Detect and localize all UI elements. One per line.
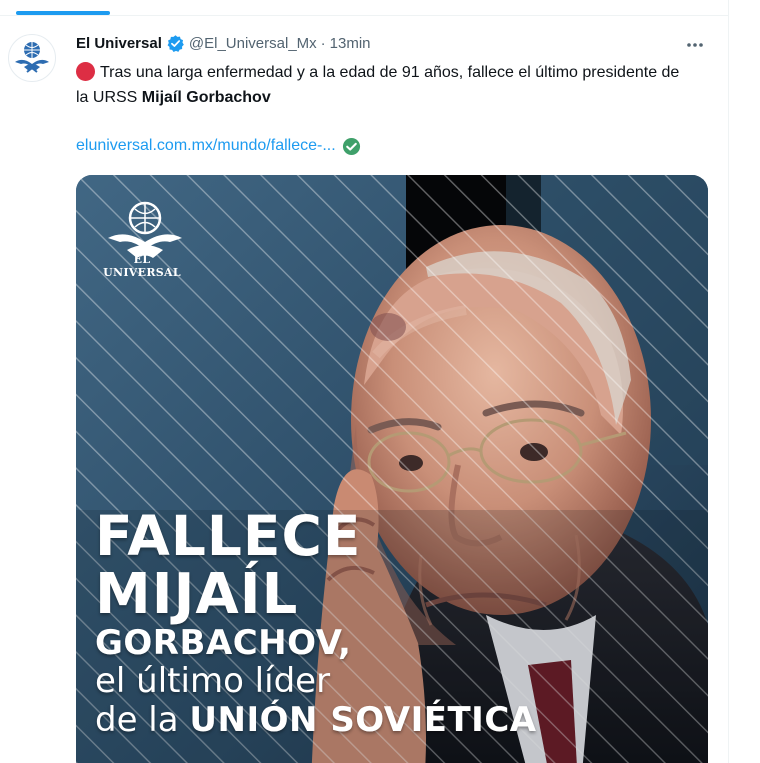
tweet-text-bold-name: Mijaíl Gorbachov xyxy=(141,89,271,106)
article-link[interactable]: eluniversal.com.mx/mundo/fallece-... xyxy=(76,135,336,157)
tweet-card[interactable]: El Universal @El_Universal_Mx · 13min Tr… xyxy=(0,16,728,763)
tweet-header: El Universal @El_Universal_Mx · 13min xyxy=(76,32,371,54)
brand-name: EL UNIVERSAL xyxy=(103,253,181,279)
headline-mijail: MIJAÍL xyxy=(95,562,299,627)
tweet-media-image[interactable]: EL UNIVERSAL FALLECE MIJAÍL GORBACHOV, e… xyxy=(76,175,708,763)
separator-dot: · xyxy=(320,34,326,52)
user-handle[interactable]: @El_Universal_Mx xyxy=(189,35,317,52)
display-name[interactable]: El Universal xyxy=(76,35,162,52)
image-headline: FALLECE MIJAÍL GORBACHOV, el último líde… xyxy=(95,504,615,741)
top-navigation-strip xyxy=(0,0,728,16)
more-options-button[interactable] xyxy=(678,31,712,59)
headline-gorbachov: GORBACHOV, xyxy=(95,623,352,663)
tweet-link-row: eluniversal.com.mx/mundo/fallece-... xyxy=(76,135,361,157)
tweet-page: El Universal @El_Universal_Mx · 13min Tr… xyxy=(0,0,760,763)
red-circle-emoji xyxy=(76,62,95,81)
timeline-right-border xyxy=(728,0,729,763)
more-options-icon xyxy=(687,43,703,47)
headline-union-sovietica-bold: UNIÓN SOVIÉTICA xyxy=(189,700,537,740)
green-check-icon xyxy=(342,137,361,156)
headline-ultimo-lider: el último líder xyxy=(95,661,331,701)
verified-badge-icon xyxy=(166,34,185,53)
tweet-text: Tras una larga enfermedad y a la edad de… xyxy=(76,60,696,110)
headline-de-la: de la xyxy=(95,700,190,740)
active-tab-indicator xyxy=(16,11,110,15)
headline-union-sovietica: de la UNIÓN SOVIÉTICA xyxy=(95,700,615,740)
el-universal-logo-icon xyxy=(15,42,49,73)
headline-fallece: FALLECE xyxy=(95,504,362,568)
tweet-timestamp[interactable]: 13min xyxy=(330,35,371,52)
el-universal-avatar[interactable] xyxy=(8,34,56,82)
